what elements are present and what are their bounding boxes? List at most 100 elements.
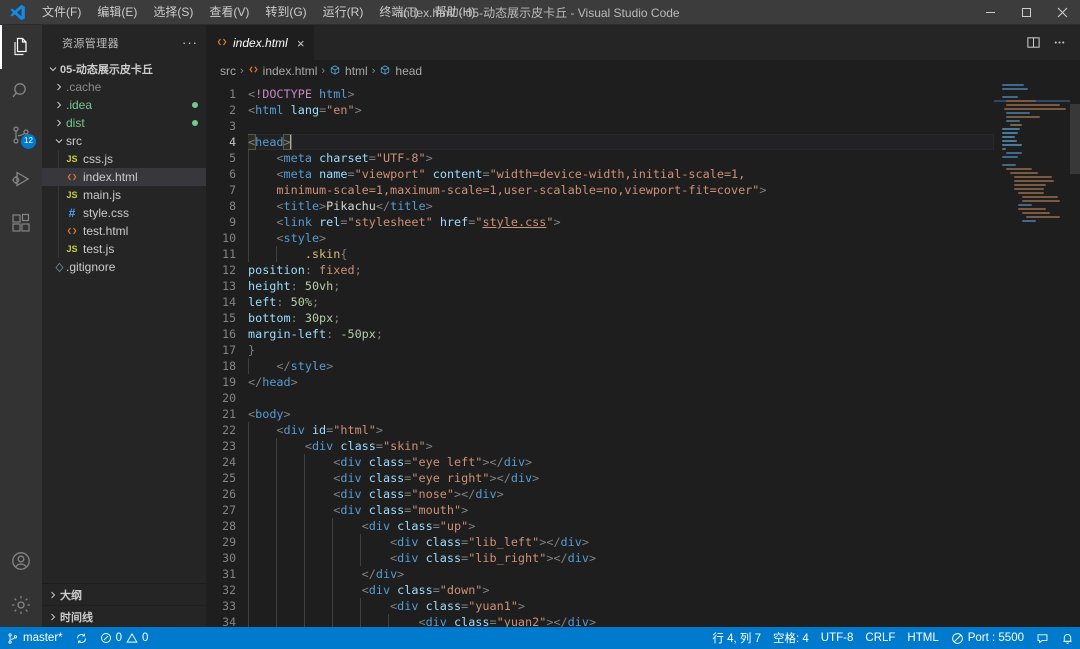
js-file-icon: JS [66, 154, 78, 164]
tree-item-label: style.css [83, 206, 130, 220]
code-line: <style> [248, 230, 994, 246]
menu-terminal[interactable]: 终端(T) [371, 0, 426, 25]
breadcrumb-item-html[interactable]: html [329, 64, 368, 79]
sync-icon [75, 632, 88, 645]
sidebar-title-bar: 资源管理器 ··· [42, 25, 206, 60]
menu-edit[interactable]: 编辑(E) [89, 0, 145, 25]
text-cursor [289, 135, 291, 149]
tree-root-folder[interactable]: 05-动态展示皮卡丘 [42, 60, 206, 78]
panel-timeline[interactable]: 时间线 [42, 605, 206, 627]
feedback-icon [1036, 632, 1049, 645]
activity-explorer[interactable] [0, 25, 42, 69]
status-problems[interactable]: 0 0 [94, 627, 155, 649]
breadcrumb-item-head[interactable]: head [379, 64, 422, 79]
tree-item-test-html[interactable]: test.html [42, 222, 206, 240]
tab-label: index.html [233, 36, 288, 50]
tree-item-test-js[interactable]: JS test.js [42, 240, 206, 258]
menu-help[interactable]: 帮助(H) [427, 0, 484, 25]
code-line: <div class="yuan1"> [248, 598, 994, 614]
tree-item-main-js[interactable]: JS main.js [42, 186, 206, 204]
status-indentation[interactable]: 空格: 4 [767, 627, 815, 649]
split-editor-icon[interactable] [1022, 32, 1044, 54]
breadcrumb-item-src[interactable]: src [220, 64, 236, 78]
sidebar-title: 资源管理器 [62, 37, 119, 50]
js-file-icon: JS [66, 190, 78, 200]
maximize-icon[interactable] [1008, 0, 1044, 25]
status-notifications[interactable] [1055, 627, 1080, 649]
tree-item-idea[interactable]: .idea [42, 96, 206, 114]
code-line: position: fixed; [248, 263, 362, 277]
status-cursor-position[interactable]: 行 4, 列 7 [706, 627, 767, 649]
tree-item-dist[interactable]: dist [42, 114, 206, 132]
tree-item-src[interactable]: src [42, 132, 206, 150]
tree-item-index-html[interactable]: index.html [42, 168, 206, 186]
tree-item-label: src [66, 134, 82, 148]
status-language-mode[interactable]: HTML [901, 627, 944, 649]
chevron-down-icon [46, 63, 60, 75]
minimap-slider[interactable] [1070, 104, 1080, 174]
sidebar-more-actions-button[interactable]: ··· [182, 35, 198, 50]
activity-source-control[interactable]: 12 [0, 113, 42, 157]
tree-item-css-js[interactable]: JS css.js [42, 150, 206, 168]
tree-indent-guide [58, 168, 59, 186]
breadcrumb-label: src [220, 64, 236, 78]
line-number: 18 [222, 359, 236, 373]
sidebar-collapsed-panels: 大纲 时间线 [42, 583, 206, 627]
tab-close-icon[interactable]: × [297, 37, 305, 50]
activity-extensions[interactable] [0, 201, 42, 245]
menu-file[interactable]: 文件(F) [34, 0, 89, 25]
menu-run[interactable]: 运行(R) [315, 0, 372, 25]
menu-selection[interactable]: 选择(S) [145, 0, 201, 25]
status-live-server-label: Port : 5500 [967, 632, 1024, 644]
line-number: 17 [222, 343, 236, 357]
file-tree: 05-动态展示皮卡丘 .cache .idea dist src JS css.… [42, 60, 206, 583]
breadcrumb-item-index-html[interactable]: index.html [248, 64, 317, 78]
code-editor[interactable]: 12 34 56 78 9 10 11 12 13 14 15 16 17 18 19 20… [206, 82, 1080, 627]
line-number: 29 [222, 535, 236, 549]
chevron-right-icon [52, 99, 66, 111]
more-actions-icon[interactable] [1048, 32, 1070, 54]
activity-search[interactable] [0, 69, 42, 113]
chevron-right-icon [52, 81, 66, 93]
code-line: </head> [248, 375, 298, 389]
menu-view[interactable]: 查看(V) [201, 0, 257, 25]
tree-item-cache[interactable]: .cache [42, 78, 206, 96]
activity-run-debug[interactable] [0, 157, 42, 201]
minimap[interactable] [994, 82, 1080, 627]
tree-item-style-css[interactable]: # style.css [42, 204, 206, 222]
line-number: 7 [229, 183, 236, 197]
minimize-icon[interactable] [972, 0, 1008, 25]
status-live-server[interactable]: Port : 5500 [945, 627, 1030, 649]
code-line: left: 50%; [248, 295, 320, 309]
tree-indent-guide [58, 150, 59, 168]
html-file-icon [64, 171, 80, 183]
code-line: <meta name="viewport" content="width=dev… [248, 166, 994, 182]
status-feedback[interactable] [1030, 627, 1055, 649]
vscode-window: 文件(F) 编辑(E) 选择(S) 查看(V) 转到(G) 运行(R) 终端(T… [0, 0, 1080, 649]
vscode-logo-icon [0, 0, 34, 25]
code-line: <div class="lib_left"></div> [248, 534, 994, 550]
code-content[interactable]: <!DOCTYPE html> <html lang="en"> <head> … [248, 82, 994, 627]
menu-go[interactable]: 转到(G) [257, 0, 314, 25]
chevron-right-icon [52, 117, 66, 129]
status-encoding[interactable]: UTF-8 [815, 627, 860, 649]
tree-indent-guide [58, 204, 59, 222]
panel-label: 大纲 [60, 589, 82, 602]
panel-outline[interactable]: 大纲 [42, 583, 206, 605]
tree-item-gitignore[interactable]: .gitignore [42, 258, 206, 276]
code-line: <link rel="stylesheet" href="style.css"> [248, 214, 994, 230]
source-control-icon [6, 632, 19, 645]
line-number: 13 [222, 279, 236, 293]
close-icon[interactable] [1044, 0, 1080, 25]
workbench: 12 资源管理器 ··· 05-动态展示皮卡丘 .cache .idea dis… [0, 25, 1080, 627]
line-number: 12 [222, 263, 236, 277]
tab-index-html[interactable]: index.html × [206, 25, 316, 60]
status-branch[interactable]: master* [0, 627, 69, 649]
tree-item-label: css.js [83, 152, 113, 166]
status-sync[interactable] [69, 627, 94, 649]
status-eol[interactable]: CRLF [859, 627, 901, 649]
activity-settings[interactable] [0, 583, 42, 627]
activity-accounts[interactable] [0, 539, 42, 583]
line-number: 30 [222, 551, 236, 565]
